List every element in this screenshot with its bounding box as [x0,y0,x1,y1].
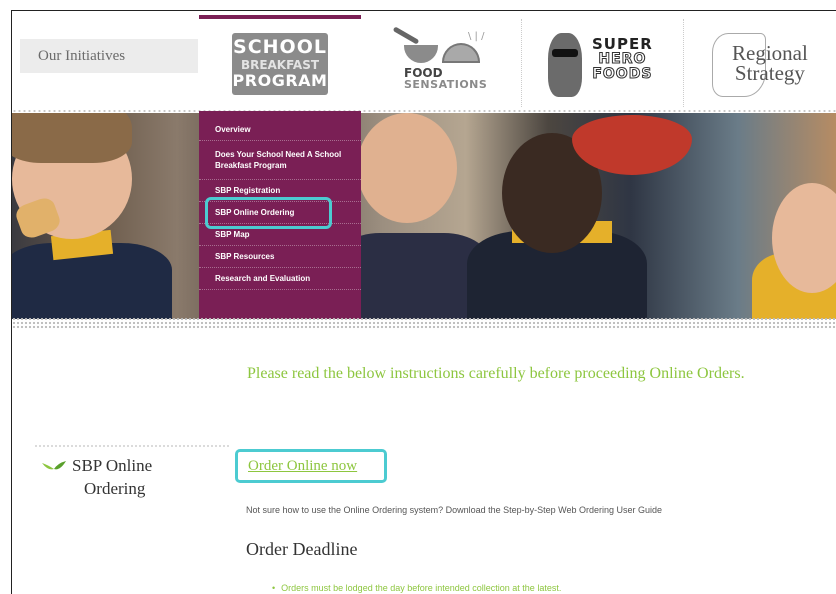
sbp-logo-line2: BREAKFAST [240,58,320,72]
our-initiatives-tab[interactable]: Our Initiatives [20,39,198,73]
site-header: Our Initiatives SCHOOL BREAKFAST PROGRAM… [12,11,836,111]
sidebar-page-title: SBP Online Ordering [42,454,232,500]
regional-line2: Strategy [734,61,805,85]
super-hero-foods-wordmark: SUPER HERO FOODS [592,35,653,83]
regional-strategy-logo[interactable]: Regional Strategy [696,19,836,107]
sbp-logo-badge: SCHOOL BREAKFAST PROGRAM [232,33,328,95]
bowl-icon [404,45,438,63]
sidebar-divider [34,445,230,447]
browser-frame: Our Initiatives SCHOOL BREAKFAST PROGRAM… [11,10,836,594]
regional-strategy-wordmark: Regional Strategy [732,43,808,85]
sidebar-title-line1: SBP Online [72,456,153,475]
banner-divider [12,317,836,329]
order-online-now-link[interactable]: Order Online now [235,449,387,483]
grapefruit-icon [442,43,480,63]
deadline-bullet: Orders must be lodged the day before int… [272,583,561,593]
spoon-icon [392,26,420,45]
school-breakfast-program-logo[interactable]: SCHOOL BREAKFAST PROGRAM [199,15,361,111]
menu-item-sbp-resources[interactable]: SBP Resources [199,246,361,268]
sparkle-icon: \ | / [468,31,485,42]
menu-item-sbp-map[interactable]: SBP Map [199,224,361,246]
banana-hero-icon [548,33,582,97]
food-sensations-wordmark: FOOD SENSATIONS [404,67,487,91]
order-deadline-heading: Order Deadline [246,539,358,559]
menu-item-sbp-online-ordering[interactable]: SBP Online Ordering [199,202,361,224]
banner-child-2-face [357,113,457,223]
user-guide-help-text[interactable]: Not sure how to use the Online Ordering … [246,505,662,515]
super-hero-line1: SUPER [592,35,653,53]
sbp-dropdown-menu: Overview Does Your School Need A School … [199,111,361,319]
menu-item-does-your-school-need[interactable]: Does Your School Need A School Breakfast… [199,141,361,180]
leaf-icon [42,461,66,470]
hero-banner-image [12,113,836,319]
super-hero-foods-logo[interactable]: SUPER HERO FOODS [524,19,684,107]
sbp-logo-line3: PROGRAM [232,71,328,90]
banner-child-1-hair [12,113,132,163]
hero-mask-icon [552,49,578,57]
food-sensations-line2: SENSATIONS [404,78,488,91]
intro-instructions: Please read the below instructions caref… [247,365,745,382]
super-hero-line3: FOODS [592,66,653,82]
menu-item-sbp-registration[interactable]: SBP Registration [199,180,361,202]
sbp-logo-line1: SCHOOL [233,36,327,58]
sidebar-title-line2: Ordering [84,479,146,498]
super-hero-line2: HERO [598,51,647,67]
menu-item-research-evaluation[interactable]: Research and Evaluation [199,268,361,290]
food-sensations-logo[interactable]: \ | / FOOD SENSATIONS [364,19,522,107]
menu-item-overview[interactable]: Overview [199,119,361,141]
